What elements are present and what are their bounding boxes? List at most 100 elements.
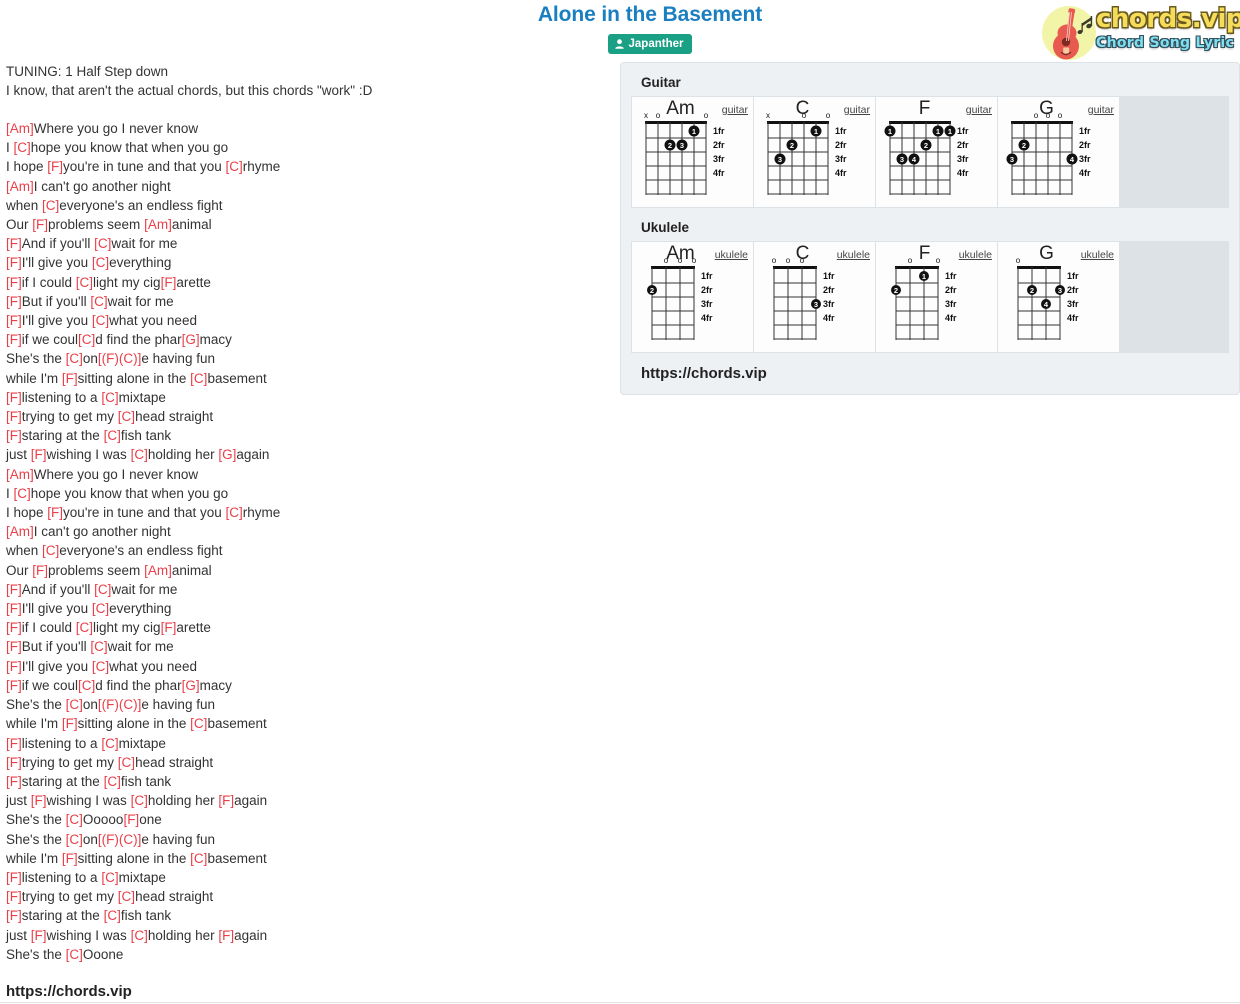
chord-marker[interactable]: [C]	[66, 351, 83, 366]
chord-marker[interactable]: [C]	[94, 236, 111, 251]
chord-marker[interactable]: [F]	[161, 275, 177, 290]
chord-marker[interactable]: [C]	[226, 159, 243, 174]
chord-marker[interactable]: [C]	[190, 716, 207, 731]
chord-marker[interactable]: [F]	[6, 601, 22, 616]
chord-diagram-guitar-am[interactable]: Am guitar x o o 1 2 3 1fr 2fr 3fr 4fr	[632, 97, 753, 207]
chord-marker[interactable]: [Am]	[6, 467, 34, 482]
chord-marker[interactable]: [C]	[92, 601, 109, 616]
chord-marker[interactable]: [F]	[32, 563, 48, 578]
chord-marker[interactable]: [C]	[90, 639, 107, 654]
chord-marker[interactable]: [Am]	[6, 179, 34, 194]
panel-site-url[interactable]: https://chords.vip	[641, 365, 1229, 382]
chord-marker[interactable]: [F]	[47, 159, 63, 174]
chord-marker[interactable]: [C]	[131, 928, 148, 943]
chord-marker[interactable]: [F]	[6, 409, 22, 424]
chord-marker[interactable]: [F]	[6, 736, 22, 751]
chord-marker[interactable]: [C]	[66, 947, 83, 962]
chord-marker[interactable]: [F]	[6, 659, 22, 674]
chord-marker[interactable]: [C]	[131, 447, 148, 462]
chord-marker[interactable]: [F]	[218, 793, 234, 808]
chord-marker[interactable]: [(F)(C)]	[98, 351, 141, 366]
chord-marker[interactable]: [C]	[101, 390, 118, 405]
site-logo[interactable]: chords.vip Chord Song Lyric	[1040, 4, 1240, 62]
chord-marker[interactable]: [F]	[6, 294, 22, 309]
chord-marker[interactable]: [C]	[94, 582, 111, 597]
chord-marker[interactable]: [F]	[31, 447, 47, 462]
chord-marker[interactable]: [C]	[14, 486, 31, 501]
chord-marker[interactable]: [C]	[66, 812, 83, 827]
chord-marker[interactable]: [C]	[92, 659, 109, 674]
chord-marker[interactable]: [F]	[6, 390, 22, 405]
chord-marker[interactable]: [C]	[76, 620, 93, 635]
chord-marker[interactable]: [F]	[6, 236, 22, 251]
chord-diagram-guitar-c[interactable]: Cguitar x o o 1 2 3 1fr 2fr 3fr 4fr	[754, 97, 875, 207]
chord-marker[interactable]: [C]	[42, 198, 59, 213]
chord-marker[interactable]: [F]	[6, 639, 22, 654]
chord-marker[interactable]: [C]	[101, 870, 118, 885]
chord-marker[interactable]: [C]	[78, 332, 95, 347]
chord-marker[interactable]: [C]	[131, 793, 148, 808]
chord-marker[interactable]: [F]	[218, 928, 234, 943]
chord-marker[interactable]: [C]	[190, 371, 207, 386]
chord-diagram-guitar-f[interactable]: Fguitar 1 1 1 2 3 4 1fr 2fr 3fr 4fr	[876, 97, 997, 207]
chord-marker[interactable]: [C]	[66, 697, 83, 712]
chord-marker[interactable]: [F]	[6, 889, 22, 904]
artist-badge[interactable]: Japanther	[607, 34, 693, 54]
chord-marker[interactable]: [F]	[6, 755, 22, 770]
lyric-text: e having fun	[141, 697, 215, 713]
chord-marker[interactable]: [C]	[104, 774, 121, 789]
chord-marker[interactable]: [F]	[62, 716, 78, 731]
chord-marker[interactable]: [C]	[190, 851, 207, 866]
bottom-site-url[interactable]: https://chords.vip	[6, 983, 606, 1000]
chord-marker[interactable]: [C]	[92, 255, 109, 270]
chord-marker[interactable]: [F]	[47, 505, 63, 520]
chord-marker[interactable]: [C]	[14, 140, 31, 155]
chord-marker[interactable]: [G]	[218, 447, 236, 462]
chord-diagram-ukulele-f[interactable]: Fukulele o o 1 2 1fr 2fr 3fr 4fr	[876, 242, 997, 352]
chord-marker[interactable]: [C]	[118, 409, 135, 424]
chord-marker[interactable]: [F]	[6, 275, 22, 290]
chord-marker[interactable]: [Am]	[6, 524, 34, 539]
chord-marker[interactable]: [F]	[6, 620, 22, 635]
chord-diagram-ukulele-am[interactable]: Am ukulele o o o 2 1fr 2fr 3fr 4fr	[632, 242, 753, 352]
chord-marker[interactable]: [(F)(C)]	[98, 697, 141, 712]
chord-marker[interactable]: [C]	[66, 832, 83, 847]
chord-marker[interactable]: [C]	[78, 678, 95, 693]
chord-marker[interactable]: [F]	[6, 582, 22, 597]
chord-diagram-ukulele-c[interactable]: Cukulele o o o 3 1fr 2fr 3fr 4fr	[754, 242, 875, 352]
chord-marker[interactable]: [F]	[6, 908, 22, 923]
chord-marker[interactable]: [C]	[118, 755, 135, 770]
chord-diagram-ukulele-g[interactable]: Gukulele o 2 3 4 1fr 2fr 3fr 4fr	[998, 242, 1119, 352]
chord-marker[interactable]: [C]	[92, 313, 109, 328]
chord-marker[interactable]: [G]	[182, 678, 200, 693]
chord-marker[interactable]: [Am]	[144, 217, 172, 232]
chord-marker[interactable]: [F]	[6, 678, 22, 693]
chord-marker[interactable]: [F]	[6, 774, 22, 789]
chord-marker[interactable]: [F]	[6, 332, 22, 347]
chord-marker[interactable]: [C]	[76, 275, 93, 290]
chord-marker[interactable]: [F]	[62, 371, 78, 386]
chord-marker[interactable]: [F]	[6, 255, 22, 270]
chord-marker[interactable]: [Am]	[144, 563, 172, 578]
chord-marker[interactable]: [C]	[104, 428, 121, 443]
chord-marker[interactable]: [C]	[118, 889, 135, 904]
chord-marker[interactable]: [F]	[62, 851, 78, 866]
chord-marker[interactable]: [F]	[123, 812, 139, 827]
chord-marker[interactable]: [(F)(C)]	[98, 832, 141, 847]
chord-marker[interactable]: [C]	[90, 294, 107, 309]
chord-marker[interactable]: [C]	[226, 505, 243, 520]
chord-marker[interactable]: [F]	[31, 928, 47, 943]
chord-marker[interactable]: [F]	[32, 217, 48, 232]
chord-marker[interactable]: [F]	[31, 793, 47, 808]
chord-marker[interactable]: [G]	[182, 332, 200, 347]
chord-marker[interactable]: [F]	[6, 428, 22, 443]
chord-marker[interactable]: [C]	[101, 736, 118, 751]
chord-marker[interactable]: [F]	[6, 870, 22, 885]
chord-marker[interactable]: [F]	[6, 313, 22, 328]
chord-diagram-guitar-g[interactable]: Gguitar o o o 2 3 4 1fr 2fr 3fr 4fr	[998, 97, 1119, 207]
chord-marker[interactable]: [C]	[104, 908, 121, 923]
chord-marker[interactable]: [C]	[42, 543, 59, 558]
chord-marker[interactable]: [Am]	[6, 121, 34, 136]
svg-text:2: 2	[668, 141, 672, 150]
chord-marker[interactable]: [F]	[161, 620, 177, 635]
